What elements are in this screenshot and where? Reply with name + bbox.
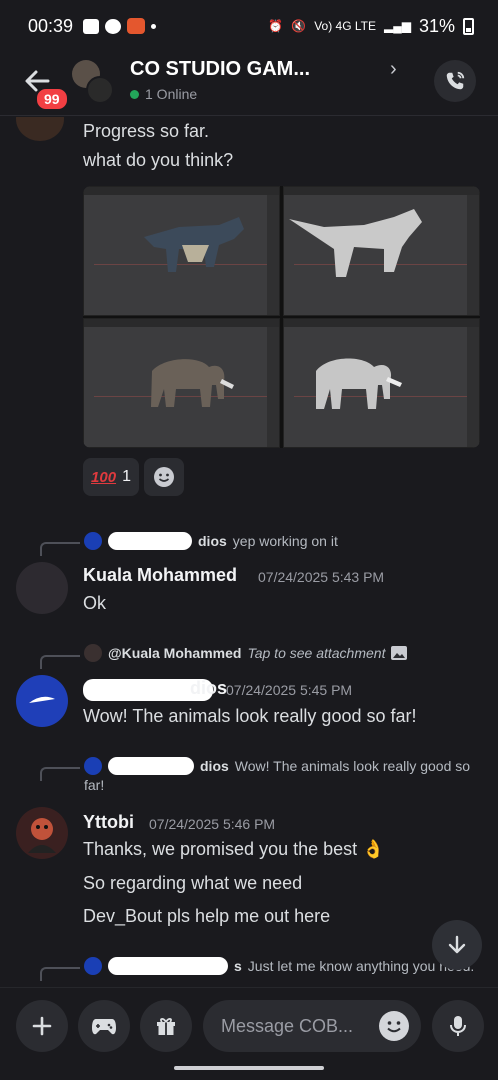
message-list[interactable]: Progress so far. what do you think? 100 … (0, 117, 498, 987)
mute-icon: 🔇 (291, 19, 307, 33)
message-text: Progress so far. (83, 121, 210, 141)
gift-icon (157, 1018, 175, 1035)
battery-percent: 31% (418, 15, 455, 36)
reply-author: s (234, 958, 242, 974)
call-button[interactable] (434, 60, 476, 102)
system-icons: ⏰ 🔇 Vo) 4G LTE ▂▄▆ 31% (268, 16, 474, 37)
reply-author: @Kuala Mohammed (108, 645, 242, 661)
add-reaction-icon (154, 467, 174, 487)
reply-connector (40, 542, 80, 556)
message-text: Ok (83, 593, 107, 613)
avatar (84, 957, 102, 975)
gamepad-icon (92, 1019, 116, 1035)
message-author[interactable]: Yttobi (83, 812, 134, 833)
status-bar: 00:39 ⏰ 🔇 Vo) 4G LTE ▂▄▆ 31% (0, 0, 498, 52)
add-attachment-button[interactable] (16, 1000, 68, 1052)
reply-author: dios (198, 533, 227, 549)
group-member-avatar (86, 76, 114, 104)
message-text: Thanks, we promised you the best 👌 (83, 839, 385, 859)
app-notification-icon (127, 18, 146, 34)
emoji-icon[interactable] (379, 1011, 409, 1041)
message-input-placeholder: Message COB... (221, 1015, 354, 1036)
redacted-name (108, 757, 194, 775)
scroll-down-icon (448, 935, 466, 954)
group-avatar[interactable] (72, 60, 116, 104)
hundred-icon: 100 (91, 468, 117, 486)
reply-author: dios (200, 758, 229, 774)
message-text: So regarding what we need (83, 873, 303, 893)
plus-icon (32, 1016, 52, 1036)
reply-text: Wow! The animals look really good so (234, 758, 471, 774)
message-timestamp: 07/24/2025 5:43 PM (258, 569, 385, 585)
reply-reference[interactable]: @Kuala Mohammed Tap to see attachment (84, 644, 408, 662)
elephant-clay-thumbnail[interactable] (283, 318, 480, 448)
status-time: 00:39 (28, 15, 74, 36)
elephant-textured-thumbnail[interactable] (83, 318, 280, 448)
reaction-hundred[interactable]: 100 1 (83, 458, 139, 496)
reply-connector (40, 767, 80, 781)
scroll-to-bottom-button[interactable] (432, 920, 482, 970)
gift-button[interactable] (140, 1000, 192, 1052)
reply-connector (40, 655, 80, 669)
battery-icon (463, 17, 474, 35)
gallery-icon (83, 18, 100, 34)
image-icon (391, 646, 408, 660)
reply-text: Tap to see attachment (247, 645, 386, 661)
message-author[interactable]: Kuala Mohammed (83, 565, 237, 586)
whatsapp-icon (105, 18, 122, 34)
reply-connector (40, 967, 80, 981)
online-dot-icon (130, 89, 139, 99)
avatar[interactable] (16, 117, 64, 141)
more-notifications-dot (151, 23, 157, 29)
chat-header: 99 CO STUDIO GAM... › 1 Online (0, 52, 498, 116)
wolf-clay-thumbnail[interactable] (283, 186, 480, 316)
avatar[interactable] (16, 807, 68, 859)
redacted-name (108, 532, 192, 550)
reply-text: yep working on it (232, 533, 338, 549)
redacted-name (108, 957, 228, 975)
reply-reference[interactable]: dios Wow! The animals look really good s… (84, 757, 470, 775)
message-text: what do you think? (83, 150, 234, 170)
home-indicator[interactable] (174, 1066, 324, 1070)
avatar (84, 532, 102, 550)
reply-reference[interactable]: dios yep working on it (84, 532, 338, 550)
message-timestamp: 07/24/2025 5:46 PM (149, 816, 276, 832)
online-status: 1 Online (130, 86, 197, 102)
avatar[interactable] (16, 562, 68, 614)
add-reaction-button[interactable] (144, 458, 184, 496)
message-text: Dev_Bout pls help me out here (83, 906, 331, 926)
unread-badge: 99 (35, 87, 69, 111)
voice-message-button[interactable] (432, 1000, 484, 1052)
message-author[interactable]: dios (190, 678, 227, 699)
avatar (84, 757, 102, 775)
image-attachment[interactable] (83, 186, 480, 448)
wolf-textured-thumbnail[interactable] (83, 186, 280, 316)
message-input[interactable]: Message COB... (203, 1000, 421, 1052)
phone-call-icon (446, 71, 465, 90)
message-timestamp: 07/24/2025 5:45 PM (226, 682, 353, 698)
network-label: Vo) 4G LTE (314, 19, 376, 33)
reaction-count: 1 (122, 468, 131, 485)
avatar (84, 644, 102, 662)
signal-icon: ▂▄▆ (384, 19, 411, 33)
activities-button[interactable] (78, 1000, 130, 1052)
alarm-icon: ⏰ (268, 19, 284, 33)
chevron-right-icon[interactable]: › (390, 58, 397, 81)
microphone-icon (450, 1016, 466, 1036)
channel-title[interactable]: CO STUDIO GAM... (130, 58, 410, 81)
reply-reference[interactable]: s Just let me know anything you need. (84, 957, 474, 975)
online-count: 1 Online (145, 86, 198, 102)
reply-text-continued: far! (84, 777, 105, 793)
message-text: Wow! The animals look really good so far… (83, 706, 417, 726)
notification-icons (83, 18, 157, 34)
avatar[interactable] (16, 675, 68, 727)
